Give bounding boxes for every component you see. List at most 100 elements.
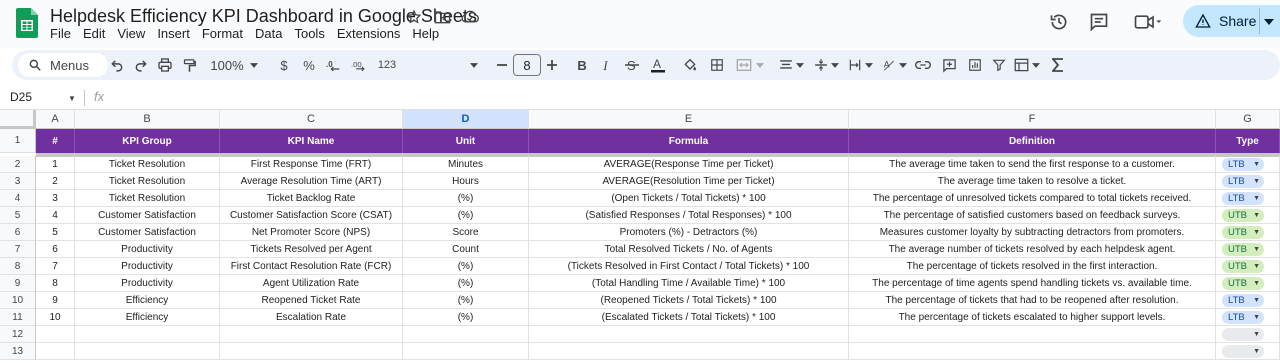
horizontal-align-icon[interactable] [776,50,806,80]
text-color-icon[interactable]: A [647,50,669,80]
menu-format[interactable]: Format [202,26,251,41]
menus-search[interactable]: Menus [18,53,108,77]
table-cell[interactable] [36,326,75,343]
table-cell[interactable]: (%) [403,275,529,292]
table-cell[interactable]: Escalation Rate [220,309,403,326]
table-cell[interactable]: (Open Tickets / Total Tickets) * 100 [529,190,849,207]
type-dropdown-chip[interactable]: ▼ [1222,344,1264,358]
table-cell[interactable]: (%) [403,292,529,309]
table-cell[interactable]: Ticket Resolution [75,173,220,190]
merge-cells-icon[interactable] [732,50,768,80]
row-header-5[interactable]: 5 [0,207,36,224]
menu-data[interactable]: Data [255,26,290,41]
table-cell[interactable] [403,343,529,360]
column-header-f[interactable]: F [849,110,1216,129]
table-cell[interactable]: First Response Time (FRT) [220,156,403,173]
more-formats-button[interactable]: 123 [374,50,400,80]
print-icon[interactable] [154,50,176,80]
table-cell[interactable]: Score [403,224,529,241]
zoom-select[interactable]: 100% [208,50,260,80]
vertical-align-icon[interactable] [810,50,842,80]
type-cell[interactable]: LTB ▼ [1216,309,1280,326]
table-cell[interactable]: The percentage of tickets that had to be… [849,292,1216,309]
header-cell[interactable]: Definition [849,129,1216,153]
type-cell[interactable]: LTB ▼ [1216,173,1280,190]
row-header-7[interactable]: 7 [0,241,36,258]
type-cell[interactable]: ▼ [1216,343,1280,360]
table-cell[interactable]: 8 [36,275,75,292]
table-cell[interactable]: Productivity [75,241,220,258]
table-cell[interactable]: Customer Satisfaction [75,207,220,224]
type-dropdown-chip[interactable]: ▼ [1222,327,1264,341]
font-size-input[interactable]: 8 [513,54,541,76]
table-cell[interactable] [220,326,403,343]
filter-icon[interactable] [988,50,1010,80]
table-cell[interactable] [36,343,75,360]
functions-icon[interactable] [1048,50,1068,80]
table-cell[interactable]: Net Promoter Score (NPS) [220,224,403,241]
table-cell[interactable] [849,343,1216,360]
decrease-font-size-icon[interactable] [493,50,511,80]
table-cell[interactable]: Efficiency [75,292,220,309]
menu-file[interactable]: File [50,26,79,41]
type-dropdown-chip[interactable]: LTB ▼ [1222,157,1264,171]
table-cell[interactable]: 5 [36,224,75,241]
star-icon[interactable] [404,7,424,27]
insert-chart-icon[interactable] [964,50,986,80]
table-cell[interactable]: AVERAGE(Response Time per Ticket) [529,156,849,173]
currency-format-button[interactable]: $ [274,50,294,80]
bold-icon[interactable]: B [572,50,594,80]
filter-views-icon[interactable] [1012,50,1042,80]
table-cell[interactable]: Productivity [75,258,220,275]
table-cell[interactable] [75,326,220,343]
table-cell[interactable]: The percentage of unresolved tickets com… [849,190,1216,207]
table-cell[interactable]: First Contact Resolution Rate (FCR) [220,258,403,275]
menu-extensions[interactable]: Extensions [337,26,409,41]
table-cell[interactable]: (Reopened Tickets / Total Tickets) * 100 [529,292,849,309]
menu-view[interactable]: View [117,26,153,41]
table-cell[interactable]: Ticket Resolution [75,190,220,207]
row-header-4[interactable]: 4 [0,190,36,207]
type-cell[interactable]: UTB ▼ [1216,207,1280,224]
table-cell[interactable]: Customer Satisfaction Score (CSAT) [220,207,403,224]
share-dropdown-icon[interactable] [1262,10,1276,34]
borders-icon[interactable] [706,50,728,80]
table-cell[interactable] [75,343,220,360]
undo-icon[interactable] [106,50,128,80]
type-dropdown-chip[interactable]: LTB ▼ [1222,310,1264,324]
header-cell[interactable]: KPI Name [220,129,403,153]
table-cell[interactable] [529,343,849,360]
type-cell[interactable]: UTB ▼ [1216,241,1280,258]
row-header-12[interactable]: 12 [0,326,36,343]
cloud-status-icon[interactable] [460,7,480,27]
table-cell[interactable]: AVERAGE(Resolution Time per Ticket) [529,173,849,190]
table-cell[interactable]: 7 [36,258,75,275]
type-dropdown-chip[interactable]: LTB ▼ [1222,191,1264,205]
table-cell[interactable]: The percentage of tickets resolved in th… [849,258,1216,275]
header-cell[interactable]: # [36,129,75,153]
menu-tools[interactable]: Tools [294,26,332,41]
table-cell[interactable]: (Satisfied Responses / Total Responses) … [529,207,849,224]
paint-format-icon[interactable] [178,50,200,80]
version-history-icon[interactable] [1047,10,1071,34]
increase-decimal-icon[interactable]: .00 [348,50,372,80]
name-box-dropdown-icon[interactable]: ▼ [68,94,76,103]
type-dropdown-chip[interactable]: UTB ▼ [1222,276,1264,290]
table-cell[interactable]: (Escalated Tickets / Total Tickets) * 10… [529,309,849,326]
type-cell[interactable]: UTB ▼ [1216,275,1280,292]
table-cell[interactable]: Customer Satisfaction [75,224,220,241]
type-cell[interactable]: ▼ [1216,326,1280,343]
table-cell[interactable]: Reopened Ticket Rate [220,292,403,309]
comments-icon[interactable] [1087,10,1111,34]
type-cell[interactable]: LTB ▼ [1216,190,1280,207]
table-cell[interactable]: Hours [403,173,529,190]
table-cell[interactable]: (%) [403,309,529,326]
decrease-decimal-icon[interactable]: .0 [323,50,345,80]
percent-format-button[interactable]: % [299,50,319,80]
type-dropdown-chip[interactable]: UTB ▼ [1222,242,1264,256]
strikethrough-icon[interactable]: S [621,50,643,80]
table-cell[interactable]: The average time taken to resolve a tick… [849,173,1216,190]
table-cell[interactable]: 10 [36,309,75,326]
table-cell[interactable]: (%) [403,207,529,224]
header-cell[interactable]: KPI Group [75,129,220,153]
